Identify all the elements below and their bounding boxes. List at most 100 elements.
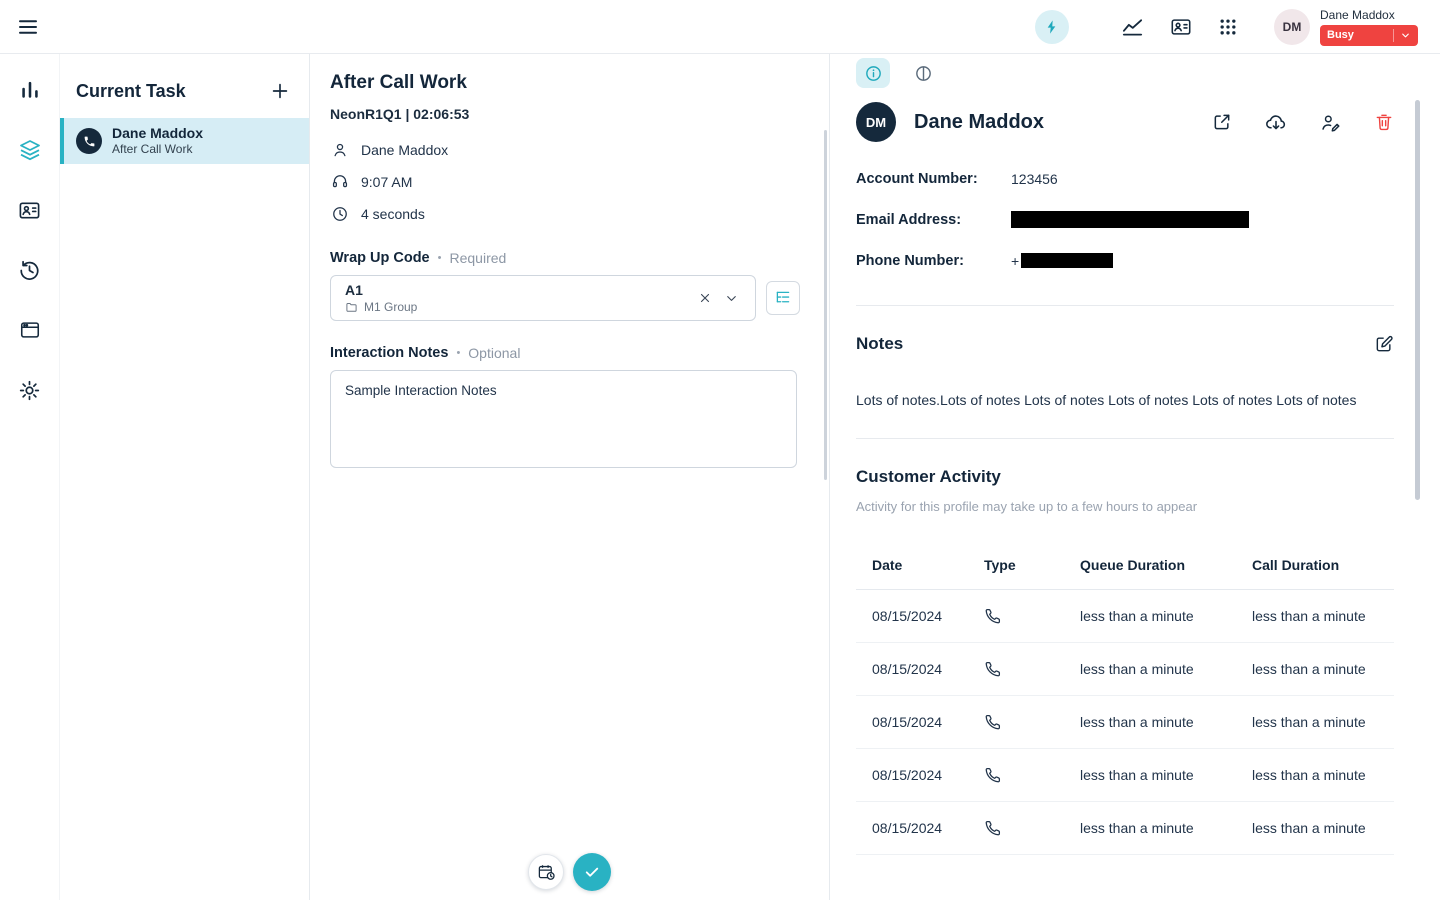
status-dropdown[interactable]: Busy bbox=[1320, 25, 1418, 46]
select-caret-button[interactable] bbox=[718, 285, 745, 312]
app-window: DM Dane Maddox Busy bbox=[0, 0, 1440, 900]
open-profile-button[interactable] bbox=[1212, 112, 1232, 132]
contact-name: Dane Maddox bbox=[361, 142, 448, 158]
tree-list-icon bbox=[774, 289, 792, 307]
cell-date: 08/15/2024 bbox=[872, 608, 984, 624]
tab-compare[interactable] bbox=[906, 58, 940, 88]
scrollbar-thumb[interactable] bbox=[824, 130, 827, 480]
start-time: 9:07 AM bbox=[361, 174, 412, 190]
clear-selection-button[interactable] bbox=[692, 285, 718, 311]
user-avatar[interactable]: DM bbox=[1274, 9, 1310, 45]
phone-label: Phone Number: bbox=[856, 253, 1011, 269]
call-type-phone-icon bbox=[984, 766, 1080, 784]
session-info: NeonR1Q1 | 02:06:53 bbox=[330, 106, 805, 122]
window-icon bbox=[19, 319, 41, 341]
interaction-notes-textarea[interactable]: Sample Interaction Notes bbox=[330, 370, 797, 468]
interaction-notes-label-row: Interaction Notes • Optional bbox=[330, 345, 805, 361]
current-task-header: Current Task bbox=[60, 54, 309, 102]
folder-icon bbox=[345, 301, 358, 314]
plus-icon bbox=[269, 80, 291, 102]
rail-item-settings[interactable] bbox=[14, 374, 46, 406]
dialpad-button[interactable] bbox=[1218, 17, 1238, 37]
delete-profile-button[interactable] bbox=[1374, 112, 1394, 132]
task-type: After Call Work bbox=[112, 142, 203, 157]
required-badge: Required bbox=[449, 250, 506, 266]
analytics-button[interactable] bbox=[1121, 15, 1144, 38]
cell-date: 08/15/2024 bbox=[872, 767, 984, 783]
email-label: Email Address: bbox=[856, 212, 1011, 228]
phone-value: + bbox=[1011, 253, 1113, 269]
clock-icon bbox=[330, 205, 349, 223]
scrollbar-thumb[interactable] bbox=[1415, 100, 1420, 500]
email-row: Email Address: bbox=[856, 199, 1394, 240]
col-queue-duration: Queue Duration bbox=[1080, 557, 1252, 573]
download-profile-button[interactable] bbox=[1265, 111, 1287, 133]
quick-actions-button[interactable] bbox=[1035, 10, 1069, 44]
rail-item-queues-active[interactable] bbox=[14, 134, 46, 166]
interaction-notes-label: Interaction Notes bbox=[330, 345, 448, 361]
task-item-selected[interactable]: Dane Maddox After Call Work bbox=[60, 118, 309, 164]
cell-queue-duration: less than a minute bbox=[1080, 608, 1252, 624]
dot-separator: • bbox=[438, 252, 442, 264]
wrap-up-label: Wrap Up Code bbox=[330, 250, 430, 266]
check-icon bbox=[583, 863, 601, 881]
trash-icon bbox=[1374, 112, 1394, 132]
contact-card-icon bbox=[1170, 16, 1192, 38]
rail-item-history[interactable] bbox=[14, 254, 46, 286]
activity-title: Customer Activity bbox=[856, 467, 1001, 487]
profile-name: Dane Maddox bbox=[914, 111, 1212, 134]
call-type-phone-icon bbox=[984, 660, 1080, 678]
lightning-icon bbox=[1044, 19, 1060, 35]
rail-item-metrics[interactable] bbox=[14, 74, 46, 106]
calendar-clock-icon bbox=[537, 863, 556, 882]
contact-row: Dane Maddox bbox=[330, 138, 805, 162]
x-icon bbox=[698, 291, 712, 305]
wrap-up-value: A1 bbox=[345, 282, 692, 298]
cell-date: 08/15/2024 bbox=[872, 820, 984, 836]
nav-rail bbox=[0, 54, 60, 900]
line-chart-icon bbox=[1121, 15, 1144, 38]
cell-call-duration: less than a minute bbox=[1252, 820, 1394, 836]
add-task-button[interactable] bbox=[269, 80, 291, 102]
acw-action-bar bbox=[310, 853, 829, 891]
profile-avatar: DM bbox=[856, 102, 896, 142]
bar-chart-icon bbox=[19, 79, 41, 101]
info-icon bbox=[864, 64, 883, 83]
browse-codes-button[interactable] bbox=[766, 281, 800, 315]
profile-tabs bbox=[856, 58, 1394, 88]
schedule-callback-button[interactable] bbox=[528, 854, 564, 890]
profile-header: DM Dane Maddox bbox=[856, 102, 1394, 142]
chevron-down-icon bbox=[1400, 30, 1411, 41]
hamburger-menu-button[interactable] bbox=[16, 15, 40, 39]
person-icon bbox=[330, 141, 349, 159]
rail-item-contacts[interactable] bbox=[14, 194, 46, 226]
activity-subtitle: Activity for this profile may take up to… bbox=[856, 499, 1394, 514]
panel-title: Current Task bbox=[76, 81, 186, 102]
start-time-row: 9:07 AM bbox=[330, 170, 805, 194]
profile-fields: Account Number: 123456 Email Address: Ph… bbox=[856, 158, 1394, 281]
edit-notes-button[interactable] bbox=[1374, 334, 1394, 354]
table-row: 08/15/2024 less than a minute less than … bbox=[856, 590, 1394, 643]
tab-info[interactable] bbox=[856, 58, 890, 88]
user-block: Dane Maddox Busy bbox=[1320, 8, 1418, 46]
cell-call-duration: less than a minute bbox=[1252, 767, 1394, 783]
wrap-up-select[interactable]: A1 M1 Group bbox=[330, 275, 756, 321]
col-date: Date bbox=[872, 557, 984, 573]
edit-profile-button[interactable] bbox=[1320, 112, 1341, 133]
task-text: Dane Maddox After Call Work bbox=[112, 125, 203, 157]
cell-call-duration: less than a minute bbox=[1252, 608, 1394, 624]
redacted-phone-bar bbox=[1021, 253, 1113, 268]
topbar-actions bbox=[1035, 10, 1238, 44]
user-name: Dane Maddox bbox=[1320, 8, 1418, 22]
cell-call-duration: less than a minute bbox=[1252, 714, 1394, 730]
activity-header: Customer Activity bbox=[856, 467, 1394, 487]
phone-row: Phone Number: + bbox=[856, 240, 1394, 281]
account-number-row: Account Number: 123456 bbox=[856, 158, 1394, 199]
complete-task-button[interactable] bbox=[573, 853, 611, 891]
rail-item-browser[interactable] bbox=[14, 314, 46, 346]
notes-header: Notes bbox=[856, 334, 1394, 354]
dot-separator: • bbox=[456, 347, 460, 359]
table-row: 08/15/2024 less than a minute less than … bbox=[856, 696, 1394, 749]
contacts-button[interactable] bbox=[1170, 16, 1192, 38]
app-body: Current Task Dane Maddox After Call Work bbox=[0, 54, 1440, 900]
